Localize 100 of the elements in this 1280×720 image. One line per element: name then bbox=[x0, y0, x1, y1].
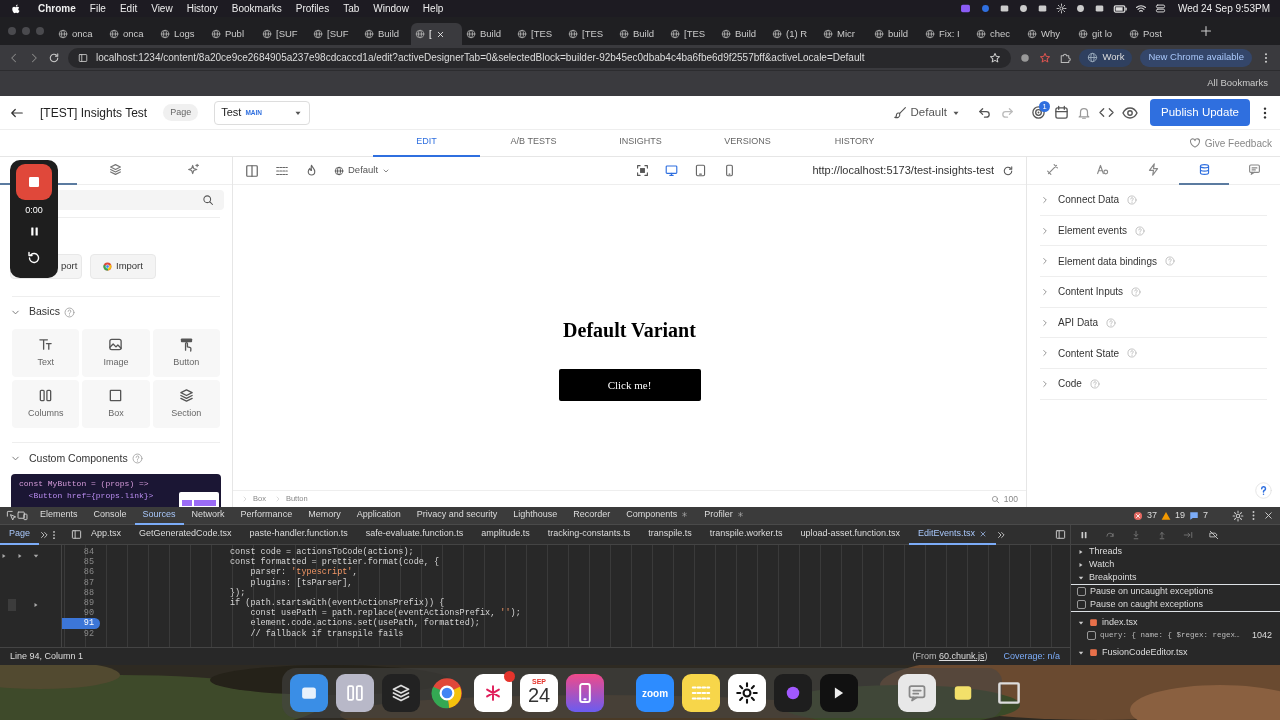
browser-tab[interactable]: onca bbox=[54, 23, 105, 45]
browser-tab[interactable]: Build bbox=[717, 23, 768, 45]
phone-app-icon[interactable] bbox=[566, 674, 604, 712]
devtools-tab[interactable]: Application bbox=[348, 507, 409, 525]
more-tabs-icon[interactable] bbox=[996, 529, 1006, 540]
browser-tab[interactable]: [TES bbox=[564, 23, 615, 45]
device-button[interactable] bbox=[665, 164, 679, 177]
extension-icon[interactable] bbox=[1039, 51, 1052, 64]
apple-icon[interactable] bbox=[10, 2, 22, 15]
accordion-row[interactable]: Element events bbox=[1040, 215, 1267, 247]
devtools-tab[interactable]: Components bbox=[618, 507, 697, 525]
editor-tab[interactable]: EDIT bbox=[373, 129, 480, 157]
devtools-tab[interactable]: Performance bbox=[232, 507, 301, 525]
message-count[interactable]: 7 bbox=[1189, 508, 1208, 523]
bookmark-star-icon[interactable] bbox=[989, 51, 1002, 64]
editor-tab[interactable]: INSIGHTS bbox=[587, 129, 694, 157]
menu-item[interactable]: Edit bbox=[119, 1, 138, 16]
menu-item[interactable]: Profiles bbox=[295, 1, 330, 16]
browser-tab[interactable]: Build bbox=[615, 23, 666, 45]
triangle-app-icon[interactable] bbox=[820, 674, 858, 712]
browser-tab[interactable]: Micr bbox=[819, 23, 870, 45]
clock[interactable]: Wed 24 Sep 9:53PM bbox=[1177, 1, 1270, 16]
locale-dropdown[interactable]: Default bbox=[334, 163, 391, 178]
menu-item[interactable]: Bookmarks bbox=[231, 1, 282, 16]
menu-item[interactable]: View bbox=[151, 1, 173, 16]
checkbox[interactable] bbox=[1077, 587, 1086, 596]
file-tab[interactable]: EditEvents.tsx bbox=[908, 524, 996, 545]
block-tile[interactable]: Box bbox=[82, 380, 150, 429]
editor-tab[interactable]: A/B TESTS bbox=[480, 129, 587, 157]
file-name[interactable]: index.tsx bbox=[1102, 615, 1138, 630]
checkbox[interactable] bbox=[1077, 600, 1086, 609]
accordion-row[interactable]: Code bbox=[1040, 369, 1267, 400]
status-icon[interactable] bbox=[1036, 3, 1048, 14]
accordion-row[interactable]: Content State bbox=[1040, 338, 1267, 370]
file-tab[interactable]: paste-handler.function.ts bbox=[240, 524, 357, 545]
browser-tab[interactable]: [TES bbox=[513, 23, 564, 45]
pane-section[interactable]: Watch bbox=[1071, 558, 1280, 571]
extensions-icon[interactable] bbox=[1059, 51, 1072, 64]
restart-icon[interactable] bbox=[26, 249, 42, 266]
pane-section[interactable]: Breakpoints bbox=[1071, 571, 1280, 584]
reload-icon[interactable] bbox=[1002, 164, 1014, 177]
menu-item[interactable]: Chrome bbox=[38, 1, 76, 16]
device-toolbar-icon[interactable] bbox=[17, 510, 28, 521]
settings-icon[interactable] bbox=[1232, 509, 1244, 522]
reload-icon[interactable] bbox=[48, 51, 60, 64]
devtools-tab[interactable]: Profiler bbox=[696, 507, 752, 525]
error-count[interactable]: 37 bbox=[1132, 508, 1157, 523]
import-button[interactable]: Import bbox=[90, 253, 156, 279]
locale-dropdown[interactable]: Default bbox=[893, 103, 961, 122]
accordion-row[interactable]: Connect Data bbox=[1040, 185, 1267, 216]
profile-button[interactable]: Work bbox=[1079, 48, 1133, 67]
file-tab[interactable]: transpile.worker.ts bbox=[700, 524, 792, 545]
file-name[interactable]: FusionCodeEditor.tsx bbox=[1102, 645, 1188, 660]
editor-tab[interactable]: HISTORY bbox=[801, 129, 908, 157]
accordion-row[interactable]: API Data bbox=[1040, 307, 1267, 339]
devtools-tab[interactable]: Recorder bbox=[565, 507, 619, 525]
devtools-tab[interactable]: Network bbox=[183, 507, 233, 525]
update-button[interactable]: New Chrome available bbox=[1140, 48, 1252, 67]
browser-tab[interactable]: [TES bbox=[666, 23, 717, 45]
menu-item[interactable]: File bbox=[89, 1, 106, 16]
browser-tab[interactable]: Logs bbox=[156, 23, 207, 45]
component-preview[interactable]: const MyButton = (props) => <Button href={props.link}> bbox=[11, 473, 221, 507]
pause-icon[interactable] bbox=[1079, 529, 1089, 540]
wifi-icon[interactable] bbox=[1134, 2, 1147, 15]
devtools-tab[interactable]: Privacy and security bbox=[408, 507, 506, 525]
target-icon[interactable] bbox=[1031, 105, 1046, 120]
browser-tab[interactable]: [ bbox=[411, 23, 462, 45]
block-tile[interactable]: Section bbox=[152, 380, 220, 429]
browser-tab[interactable]: Post bbox=[1125, 23, 1176, 45]
help-button[interactable] bbox=[1255, 482, 1272, 499]
new-tab-icon[interactable] bbox=[1200, 25, 1212, 37]
flame-icon[interactable] bbox=[305, 164, 318, 177]
feedback-link[interactable]: Give Feedback bbox=[1188, 135, 1272, 151]
focus-icon[interactable] bbox=[636, 164, 650, 177]
site-info-icon[interactable] bbox=[78, 52, 88, 63]
block-tile[interactable]: Text bbox=[12, 329, 80, 378]
menu-item[interactable]: Tab bbox=[343, 1, 360, 16]
browser-tab[interactable]: Build bbox=[462, 23, 513, 45]
pane-section[interactable]: Threads bbox=[1071, 545, 1280, 558]
file-tab[interactable]: safe-evaluate.function.ts bbox=[356, 524, 473, 545]
more-tabs-icon[interactable] bbox=[39, 529, 50, 540]
devtools-tab[interactable]: Lighthouse bbox=[505, 507, 566, 525]
checkbox[interactable] bbox=[1087, 631, 1096, 640]
file-tab[interactable]: transpile.ts bbox=[639, 524, 701, 545]
status-icon[interactable] bbox=[1074, 3, 1086, 14]
status-icon[interactable] bbox=[1055, 3, 1067, 14]
devtools-tab[interactable]: Console bbox=[85, 507, 135, 525]
zoom-icon[interactable] bbox=[990, 494, 1000, 504]
status-icon[interactable] bbox=[998, 3, 1010, 14]
status-icon[interactable] bbox=[1093, 3, 1105, 14]
warning-count[interactable]: 19 bbox=[1160, 508, 1185, 523]
menu-item[interactable]: Window bbox=[373, 1, 409, 16]
click-me-button[interactable]: Click me! bbox=[558, 369, 701, 401]
close-icon[interactable] bbox=[435, 29, 445, 39]
menu-item[interactable]: History bbox=[186, 1, 218, 16]
code-icon[interactable] bbox=[1099, 105, 1114, 120]
block-tile[interactable]: Columns bbox=[12, 380, 80, 429]
browser-tab[interactable]: onca bbox=[105, 23, 156, 45]
notes-app-icon[interactable] bbox=[682, 674, 720, 712]
status-icon[interactable] bbox=[1017, 3, 1029, 14]
